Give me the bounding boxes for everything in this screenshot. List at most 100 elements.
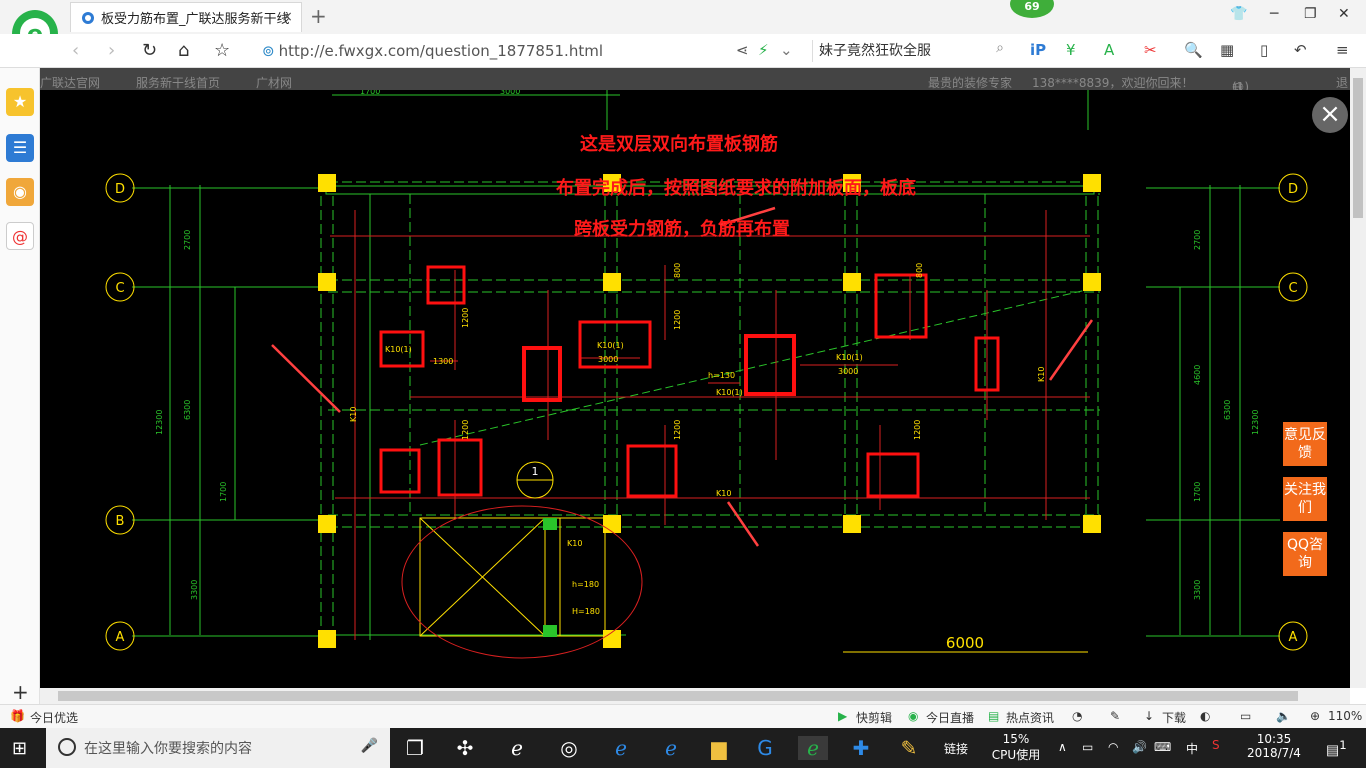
notification-badge[interactable]: 69: [1010, 0, 1054, 18]
cpu-monitor[interactable]: 15% CPU使用: [990, 732, 1042, 763]
sogou-icon[interactable]: S: [1212, 738, 1220, 752]
ie-browser-icon[interactable]: ℯ: [656, 736, 686, 760]
speaker-icon[interactable]: 🔊: [1132, 740, 1147, 754]
right-dim-5: 1700: [1193, 482, 1202, 502]
file-explorer-icon[interactable]: ▆: [704, 736, 734, 760]
overlay-close-button[interactable]: ×: [1312, 97, 1348, 133]
tab-close-icon[interactable]: ×: [281, 9, 293, 25]
share-icon[interactable]: ⋖: [736, 41, 749, 59]
left-dim-1: 2700: [183, 230, 192, 250]
add-sidebar-icon[interactable]: +: [12, 680, 29, 704]
pin-icon[interactable]: ✎: [1110, 709, 1120, 723]
wifi-icon[interactable]: ◠: [1108, 740, 1118, 754]
ie-app-icon[interactable]: ℯ: [502, 736, 532, 760]
status-news[interactable]: 热点资讯: [1006, 709, 1054, 726]
label-k10-1-a: K10(1): [385, 345, 412, 354]
search-input[interactable]: 妹子竟然狂砍全服 ⌕: [812, 40, 1008, 62]
link-glodon[interactable]: 广联达官网: [40, 74, 100, 91]
address-bar[interactable]: ⊚ http://e.fwxgx.com/question_1877851.htm…: [262, 42, 603, 60]
close-window-icon[interactable]: ✕: [1338, 6, 1350, 22]
chevron-down-icon[interactable]: ⌄: [780, 41, 793, 59]
cross-app-icon[interactable]: ✚: [846, 736, 876, 760]
new-tab-button[interactable]: +: [310, 4, 327, 28]
task-view-icon[interactable]: ❐: [400, 736, 430, 760]
active-tab[interactable]: 板受力筋布置_广联达服务新干线 ×: [70, 2, 302, 32]
weibo-icon[interactable]: ◉: [6, 178, 34, 206]
axis-b-left: B: [116, 514, 125, 529]
cortana-icon[interactable]: [58, 738, 76, 756]
notes-app-icon[interactable]: ✎: [894, 736, 924, 760]
left-dim-4: 1700: [219, 482, 228, 502]
status-download[interactable]: 下载: [1162, 709, 1186, 726]
links-toolbar[interactable]: 链接: [944, 740, 968, 757]
speed-icon[interactable]: ◔: [1072, 709, 1082, 723]
grid-apps-icon[interactable]: ▦: [1220, 41, 1234, 59]
volume-icon[interactable]: 🔈: [1276, 709, 1291, 723]
back-icon[interactable]: ‹: [72, 40, 79, 61]
tray-chevron-icon[interactable]: ∧: [1058, 740, 1067, 754]
link-expert[interactable]: 最贵的装修专家: [928, 74, 1012, 91]
translate-icon[interactable]: A: [1104, 41, 1114, 59]
favorite-star-icon[interactable]: ☆: [214, 40, 230, 61]
status-live[interactable]: 今日直播: [926, 709, 974, 726]
cad-drawing: D C B A D C A 6000 1700 3000 2700 6300 1…: [105, 90, 1308, 659]
clean-icon[interactable]: ◐: [1200, 709, 1210, 723]
horizontal-scroll-thumb[interactable]: [58, 691, 1298, 701]
home-icon[interactable]: ⌂: [178, 40, 189, 61]
keyboard-icon[interactable]: ⌨: [1154, 740, 1171, 754]
drawing-note-line2: 布置完成后，按照图纸要求的附加板面，板底: [556, 177, 916, 199]
status-today-picks[interactable]: 今日优选: [30, 709, 78, 726]
shirt-icon[interactable]: 👕: [1230, 6, 1247, 22]
microphone-icon[interactable]: 🎤: [361, 738, 378, 754]
minimize-icon[interactable]: ─: [1270, 6, 1278, 22]
label-h130: h=130: [708, 371, 735, 380]
forward-icon[interactable]: ›: [108, 40, 115, 61]
undo-icon[interactable]: ↶: [1294, 41, 1307, 59]
axis-d-left: D: [115, 182, 125, 197]
browser-app-icon[interactable]: ℯ: [798, 736, 828, 760]
site-info-icon[interactable]: ⊚: [262, 42, 275, 60]
right-dim-1: 2700: [1193, 230, 1202, 250]
lightning-icon[interactable]: ⚡: [758, 41, 769, 59]
menu-icon[interactable]: ≡: [1336, 41, 1349, 59]
clock[interactable]: 10:35 2018/7/4: [1244, 732, 1304, 760]
battery-icon[interactable]: ▭: [1082, 740, 1093, 754]
favorites-star-icon[interactable]: ★: [6, 88, 34, 116]
label-3000-b: 3000: [838, 367, 858, 376]
horizontal-scrollbar[interactable]: [40, 688, 1350, 704]
phone-icon[interactable]: ▯: [1260, 41, 1268, 59]
label-1300: 1300: [433, 357, 453, 366]
taskbar-search-input[interactable]: 在这里输入你要搜索的内容 🎤: [46, 728, 390, 768]
feedback-button[interactable]: 意见反馈: [1283, 422, 1327, 466]
zoom-level[interactable]: 110%: [1328, 709, 1362, 723]
glodon-app-icon[interactable]: G: [750, 736, 780, 760]
reader-list-icon[interactable]: ☰: [6, 134, 34, 162]
ip-extension-icon[interactable]: iP: [1030, 41, 1046, 59]
follow-us-button[interactable]: 关注我们: [1283, 477, 1327, 521]
vertical-scroll-thumb[interactable]: [1353, 78, 1363, 218]
action-center-icon[interactable]: ▤1: [1326, 738, 1347, 759]
window-icon[interactable]: ▭: [1240, 709, 1251, 723]
edge-app-icon[interactable]: ℯ: [606, 736, 636, 760]
ime-indicator[interactable]: 中: [1186, 740, 1198, 757]
vertical-scrollbar[interactable]: [1350, 68, 1366, 688]
page-top-links: 广联达官网 服务新干线首页 广材网 最贵的装修专家 138****8839，欢迎…: [40, 68, 1366, 147]
scissors-icon[interactable]: ✂: [1144, 41, 1157, 59]
windows-start-icon[interactable]: ⊞: [12, 738, 27, 759]
restore-icon[interactable]: ❐: [1304, 6, 1317, 22]
qq-consult-button[interactable]: QQ咨询: [1283, 532, 1327, 576]
status-quickclip[interactable]: 快剪辑: [856, 709, 892, 726]
email-icon[interactable]: @: [6, 222, 34, 250]
left-sidebar: ★ ☰ ◉ @ +: [0, 68, 40, 708]
search-icon[interactable]: ⌕: [996, 40, 1004, 56]
dim-top-1: 1700: [360, 90, 380, 96]
link-home[interactable]: 服务新干线首页: [136, 74, 220, 91]
gift-icon: 🎁: [10, 709, 25, 723]
firefox-app-icon[interactable]: ◎: [554, 736, 584, 760]
shield-yen-icon[interactable]: ¥: [1066, 41, 1076, 59]
fan-app-icon[interactable]: ✣: [450, 736, 480, 760]
magnifier-icon[interactable]: 🔍: [1184, 41, 1203, 59]
refresh-icon[interactable]: ↻: [142, 40, 157, 61]
link-gcw[interactable]: 广材网: [256, 74, 292, 91]
link-logout[interactable]: 退: [1336, 74, 1348, 91]
